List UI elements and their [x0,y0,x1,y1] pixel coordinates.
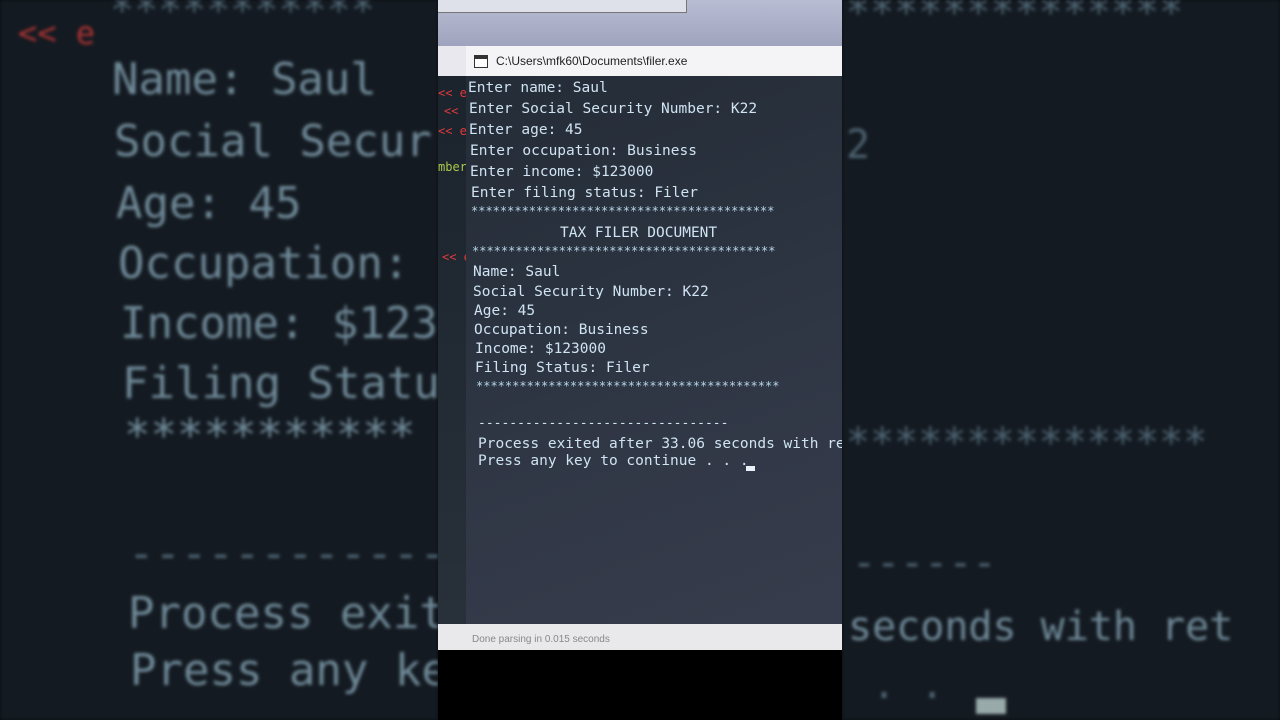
bg-line-3: Age: 45 [116,178,302,229]
record-line: Filing Status: Filer [475,360,650,376]
bg-stars-top-left: *********** [110,0,375,34]
stars-divider: ****************************************… [476,379,780,393]
record-line: Occupation: Business [474,322,649,338]
window-title: C:\Users\mfk60\Documents\filer.exe [496,54,688,68]
background-right-blur: ************** 2 *************** ------ … [842,0,1280,720]
stars-divider: ****************************************… [472,244,776,258]
console-line: Enter age: 45 [469,122,583,138]
console-line: Enter occupation: Business [470,143,697,159]
photo-bottom-border [438,652,842,720]
gutter-marker: << e [438,124,467,138]
text-cursor [746,466,755,471]
bg-line-6: Filing Statu [122,358,438,409]
left-window-strip [438,46,466,76]
bg-right-exit: seconds with ret [848,604,1234,650]
top-input-field[interactable] [438,0,687,13]
bg-right-separator: ------ [852,540,997,586]
bg-line-7: *********** [124,410,416,461]
gutter-marker: mber [438,160,467,174]
continue-prompt: Press any key to continue . . . [478,453,749,469]
console-window-titlebar[interactable]: C:\Users\mfk60\Documents\filer.exe [466,46,842,76]
bg-line-8: -------------- [128,528,438,579]
bg-line-2: Social Secur [114,116,432,167]
bg-marker: << e [18,14,96,52]
monitor-top-area [438,0,842,46]
bg-line-10: Press any ke [130,645,438,696]
bg-line-4: Occupation: [118,238,410,289]
console-line: Enter filing status: Filer [471,185,698,201]
gutter-marker: << e [438,86,467,100]
console-line: Enter name: Saul [468,80,608,96]
background-left-blur: *********** << e Name: Saul Social Secur… [0,0,438,720]
bg-right-dots: . . [872,662,945,708]
bg-right-stars-top: ************** [846,0,1184,36]
monitor-photo: << e << e << e mber << e C:\Users\mfk60\… [438,0,842,720]
bg-right-cursor [976,698,1006,714]
record-line: Age: 45 [474,303,536,319]
bg-right-fragment: 2 [846,122,871,168]
separator-line: -------------------------------- [478,416,729,431]
status-text: Done parsing in 0.015 seconds [472,634,610,645]
record-line: Social Security Number: K22 [473,284,709,300]
console-line: Enter income: $123000 [470,164,654,180]
record-line: Name: Saul [473,264,561,280]
document-title: TAX FILER DOCUMENT [560,225,718,241]
console-line: Enter Social Security Number: K22 [469,101,758,117]
stars-divider: ****************************************… [471,204,775,218]
bg-line-1: Name: Saul [112,54,377,105]
console-output[interactable]: Enter name: Saul Enter Social Security N… [466,76,842,646]
record-line: Income: $123000 [475,341,606,357]
bg-line-9: Process exit [128,588,438,639]
bg-line-5: Income: $123 [120,298,438,349]
console-app-icon [474,54,488,68]
bg-right-stars-mid: *************** [846,420,1208,466]
ide-status-bar: Done parsing in 0.015 seconds [438,624,842,650]
